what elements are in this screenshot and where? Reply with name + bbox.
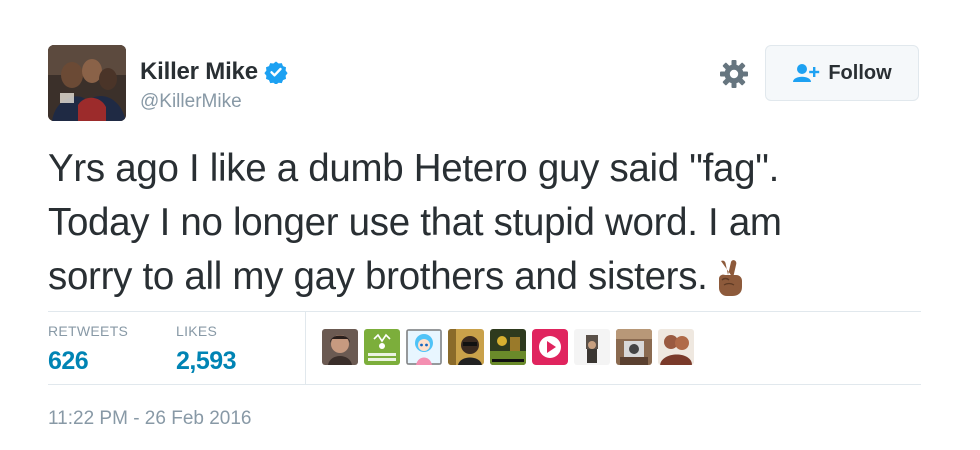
stats-divider-vertical xyxy=(305,312,306,384)
tweet-timestamp[interactable]: 11:22 PM - 26 Feb 2016 xyxy=(48,408,252,430)
verified-badge-icon xyxy=(264,60,288,85)
liker-avatar-8[interactable] xyxy=(616,329,652,365)
likes-stat[interactable]: LIKES 2,593 xyxy=(176,323,237,376)
retweets-count: 626 xyxy=(48,347,89,375)
follow-label: Follow xyxy=(828,61,892,84)
follow-button[interactable]: Follow xyxy=(765,45,919,101)
liker-avatar-4[interactable] xyxy=(448,329,484,365)
avatar-photo xyxy=(48,45,126,121)
avatar[interactable] xyxy=(48,45,126,121)
liker-avatar-2[interactable] xyxy=(364,329,400,365)
liker-avatar-9[interactable] xyxy=(658,329,694,365)
user-name-row[interactable]: Killer Mike xyxy=(140,58,288,86)
tweet-body: Yrs ago I like a dumb Hetero guy said "f… xyxy=(48,147,782,298)
tweet-text: Yrs ago I like a dumb Hetero guy said "f… xyxy=(48,142,928,304)
tweet-card: Killer Mike @KillerMike Follow Yrs ago I… xyxy=(0,0,980,450)
stats-divider-bottom xyxy=(48,384,921,385)
victory-hand-icon xyxy=(712,257,748,297)
liker-avatar-5[interactable] xyxy=(490,329,526,365)
display-name[interactable]: Killer Mike xyxy=(140,58,258,86)
retweets-stat[interactable]: RETWEETS 626 xyxy=(48,323,128,376)
liker-avatar-3[interactable] xyxy=(406,329,442,365)
likes-label: LIKES xyxy=(176,323,218,339)
stats-divider-top xyxy=(48,311,921,312)
liker-avatar-7[interactable] xyxy=(574,329,610,365)
add-user-icon xyxy=(793,64,820,82)
liker-avatar-1[interactable] xyxy=(322,329,358,365)
user-handle[interactable]: @KillerMike xyxy=(140,91,242,113)
gear-icon[interactable] xyxy=(718,58,750,90)
retweets-label: RETWEETS xyxy=(48,323,129,339)
likes-count: 2,593 xyxy=(176,347,237,375)
liker-avatar-6[interactable] xyxy=(532,329,568,365)
liker-avatars xyxy=(322,329,700,365)
